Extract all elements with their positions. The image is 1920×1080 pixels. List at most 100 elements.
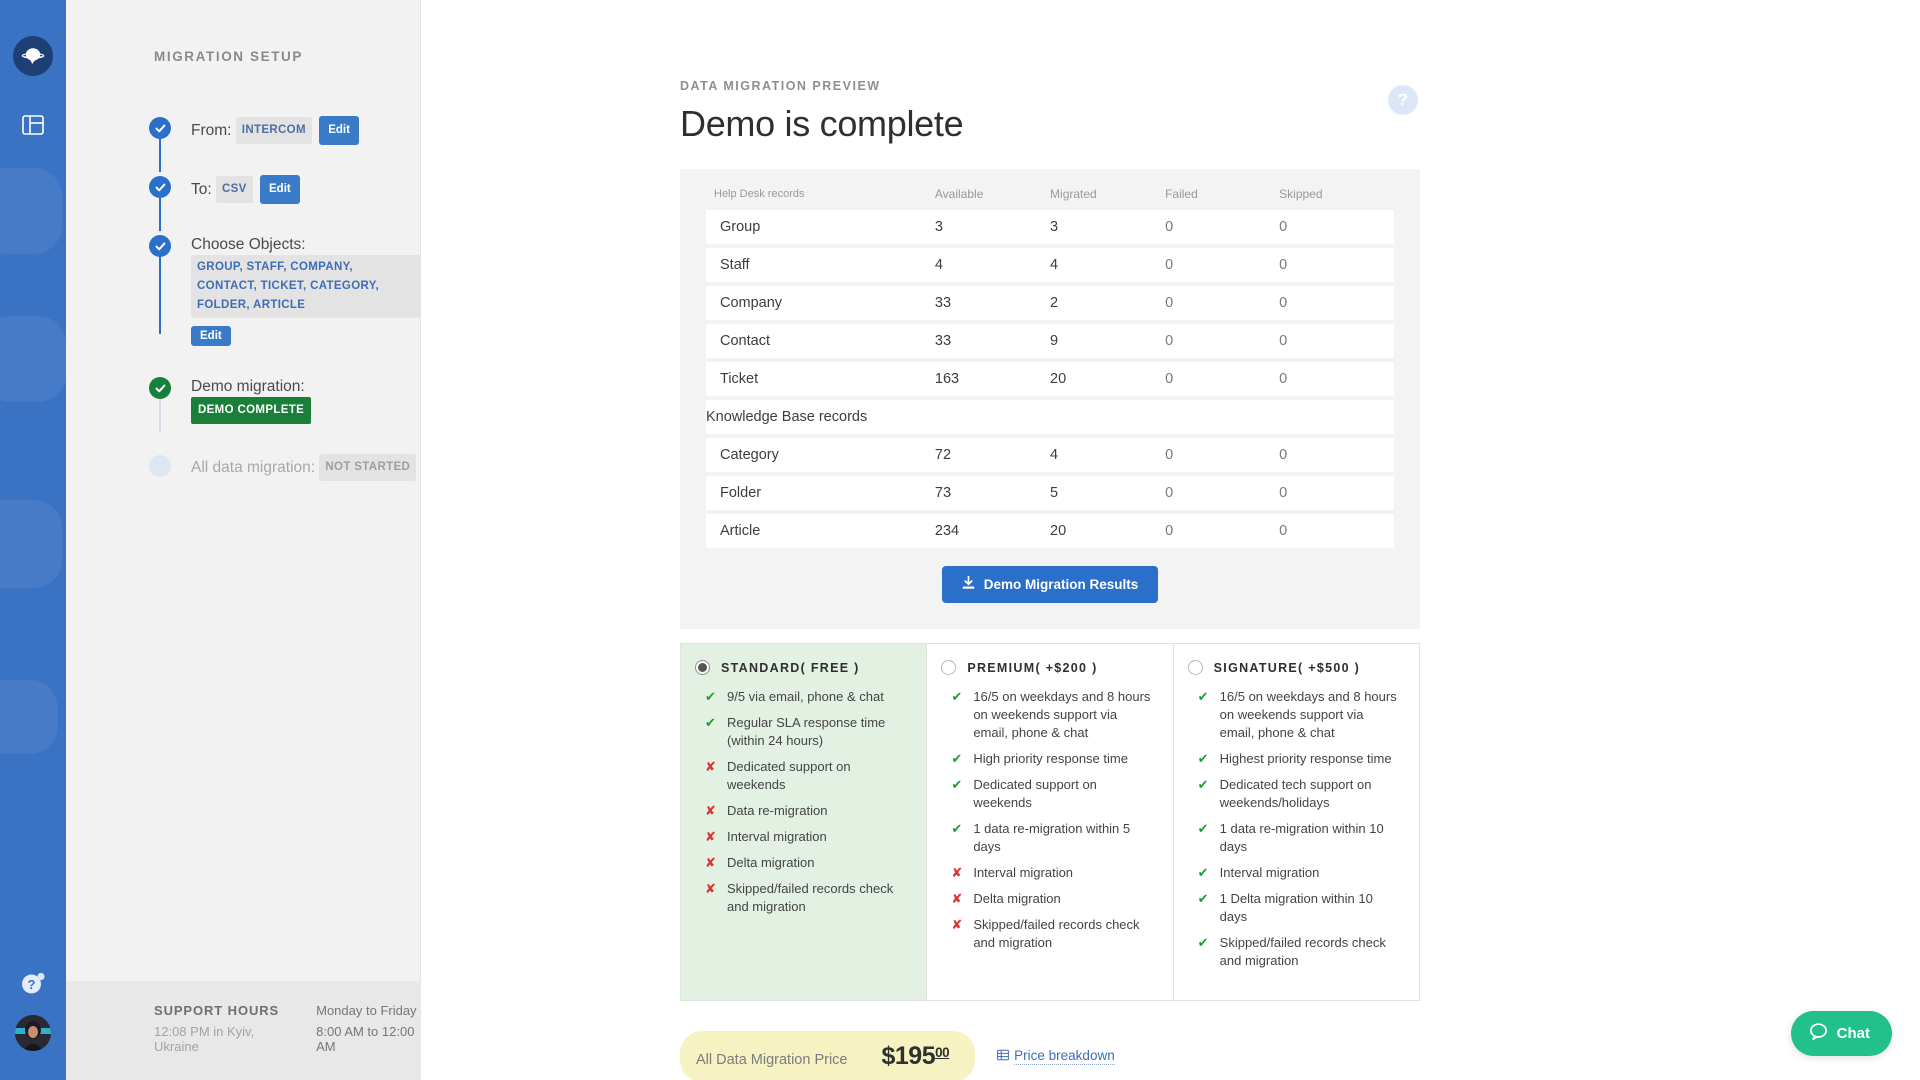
- price-cents: 00: [935, 1045, 950, 1060]
- plan-feature: ✔ 1 data re-migration within 10 days: [1188, 820, 1401, 856]
- plan-card-standard[interactable]: STANDARD( FREE ) ✔ 9/5 via email, phone &…: [681, 644, 927, 1000]
- row-available: 234: [934, 512, 1051, 552]
- avatar[interactable]: [15, 1015, 51, 1051]
- row-available: 163: [934, 360, 1051, 400]
- row-migrated: 20: [1050, 512, 1166, 552]
- check-icon: ✔: [1197, 821, 1209, 836]
- edit-objects-button[interactable]: Edit: [191, 326, 231, 346]
- plan-card-premium[interactable]: PREMIUM( +$200 ) ✔ 16/5 on weekdays and 8…: [926, 644, 1172, 1000]
- plan-feature-text: Dedicated support on weekends: [727, 759, 851, 792]
- check-icon: ✔: [951, 777, 963, 792]
- plan-feature-text: Dedicated tech support on weekends/holid…: [1219, 777, 1372, 810]
- chat-label: Chat: [1836, 1025, 1870, 1042]
- plan-feature: ✔ Regular SLA response time (within 24 ho…: [695, 714, 908, 750]
- row-migrated: 2: [1050, 284, 1166, 324]
- sidebar-title: MIGRATION SETUP: [154, 49, 304, 64]
- support-hours-panel: SUPPORT HOURS 12:08 PM in Kyiv, Ukraine …: [66, 981, 421, 1080]
- step-label: From:: [191, 122, 232, 139]
- plan-feature: ✔ 16/5 on weekdays and 8 hours on weekend…: [941, 688, 1154, 742]
- step-row: Demo migration: DEMO COMPLETE: [191, 376, 420, 424]
- plan-radio-standard[interactable]: [695, 660, 710, 675]
- price-breakdown-label: Price breakdown: [1014, 1048, 1115, 1065]
- step-choose-objects: Choose Objects: GROUP, STAFF, COMPANY, C…: [149, 234, 420, 346]
- sidebar-item-dashboard[interactable]: [0, 102, 66, 148]
- step-check-icon: [149, 117, 171, 139]
- download-demo-results-button[interactable]: Demo Migration Results: [941, 566, 1159, 603]
- plan-feature: ✔ High priority response time: [941, 750, 1154, 768]
- help-icon[interactable]: ?: [1388, 85, 1418, 115]
- row-name: Article: [706, 512, 935, 552]
- plan-feature: ✔ 9/5 via email, phone & chat: [695, 688, 908, 706]
- edit-from-button[interactable]: Edit: [319, 116, 359, 145]
- row-skipped: 0: [1279, 512, 1394, 552]
- plan-feature: ✔ 1 data re-migration within 5 days: [941, 820, 1154, 856]
- plan-feature-text: 9/5 via email, phone & chat: [727, 689, 884, 704]
- column-header-failed: Failed: [1165, 187, 1198, 201]
- cross-icon: ✘: [705, 803, 716, 818]
- check-icon: ✔: [951, 689, 963, 704]
- download-row: Demo Migration Results: [706, 566, 1394, 603]
- row-available: 33: [934, 322, 1051, 362]
- plan-feature: ✘ Skipped/failed records check and migrat…: [941, 916, 1154, 952]
- plan-header: PREMIUM( +$200 ): [941, 660, 1154, 675]
- row-available: 73: [934, 474, 1051, 514]
- plan-feature-text: 16/5 on weekdays and 8 hours on weekends…: [1219, 689, 1397, 740]
- step-row: From: INTERCOM Edit: [191, 116, 420, 145]
- row-available: 4: [934, 246, 1051, 286]
- step-value-tag: INTERCOM: [235, 117, 312, 144]
- check-icon: ✔: [705, 715, 716, 730]
- table-row: Company 33 2 0 0: [706, 284, 1394, 324]
- plan-radio-signature[interactable]: [1187, 660, 1203, 675]
- row-available: 3: [934, 210, 1051, 248]
- plan-feature-text: Skipped/failed records check and migrati…: [973, 917, 1140, 950]
- plan-feature-text: Data re-migration: [727, 803, 828, 818]
- saturn-planet-logo-icon[interactable]: [13, 36, 53, 76]
- check-icon: ✔: [1197, 865, 1209, 880]
- check-icon: ✔: [1197, 689, 1209, 704]
- table-row: Staff 4 4 0 0: [706, 246, 1394, 286]
- column-header-helpdesk: Help Desk records: [714, 188, 805, 200]
- row-failed: 0: [1165, 246, 1280, 286]
- plan-feature-text: 1 data re-migration within 5 days: [973, 821, 1131, 854]
- plan-feature-text: Regular SLA response time (within 24 hou…: [727, 715, 886, 748]
- row-failed: 0: [1165, 436, 1280, 476]
- check-icon: ✔: [1197, 777, 1209, 792]
- plan-feature-text: 1 Delta migration within 10 days: [1219, 891, 1373, 924]
- plan-feature: ✔ 16/5 on weekdays and 8 hours on weekend…: [1188, 688, 1401, 742]
- cross-icon: ✘: [951, 917, 963, 932]
- price-breakdown-link[interactable]: Price breakdown: [997, 1048, 1115, 1065]
- cross-icon: ✘: [951, 891, 963, 906]
- plan-feature: ✘ Interval migration: [695, 828, 908, 846]
- group-header-label: Knowledge Base records: [706, 398, 1394, 438]
- row-skipped: 0: [1279, 246, 1394, 286]
- price-value: $195: [881, 1042, 936, 1070]
- plan-header: STANDARD( FREE ): [695, 660, 908, 675]
- table-row: Contact 33 9 0 0: [706, 322, 1394, 362]
- plan-radio-premium[interactable]: [941, 660, 957, 675]
- support-hours-heading: SUPPORT HOURS: [154, 1003, 280, 1018]
- row-failed: 0: [1165, 284, 1280, 324]
- plan-header: SIGNATURE( +$500 ): [1187, 660, 1401, 675]
- check-icon: ✔: [951, 821, 963, 836]
- status-badge: DEMO COMPLETE: [191, 397, 312, 424]
- step-from: From: INTERCOM Edit: [149, 116, 420, 172]
- help-button[interactable]: ?: [0, 960, 66, 1006]
- plan-feature-text: Delta migration: [727, 855, 815, 870]
- edit-to-button[interactable]: Edit: [260, 175, 300, 204]
- cross-icon: ✘: [705, 759, 716, 774]
- table-header-row: Help Desk records Available Migrated Fai…: [706, 187, 1394, 210]
- step-value-tag: GROUP, STAFF, COMPANY, CONTACT, TICKET, …: [191, 255, 420, 318]
- row-failed: 0: [1165, 322, 1280, 362]
- chat-bubble-icon: [1809, 1022, 1828, 1045]
- plan-feature-text: Interval migration: [727, 829, 827, 844]
- table-row: Ticket 163 20 0 0: [706, 360, 1394, 400]
- plan-card-signature[interactable]: SIGNATURE( +$500 ) ✔ 16/5 on weekdays and…: [1172, 644, 1419, 1000]
- table-row: Group 3 3 0 0: [706, 210, 1394, 248]
- step-check-icon: [149, 176, 171, 198]
- row-name: Staff: [706, 246, 935, 286]
- content-column: DATA MIGRATION PREVIEW Demo is complete …: [680, 0, 1420, 1080]
- rail-decoration: [0, 680, 58, 754]
- table-grid-icon: [997, 1049, 1010, 1064]
- support-left: SUPPORT HOURS 12:08 PM in Kyiv, Ukraine: [154, 1003, 283, 1054]
- chat-button[interactable]: Chat: [1790, 1011, 1892, 1056]
